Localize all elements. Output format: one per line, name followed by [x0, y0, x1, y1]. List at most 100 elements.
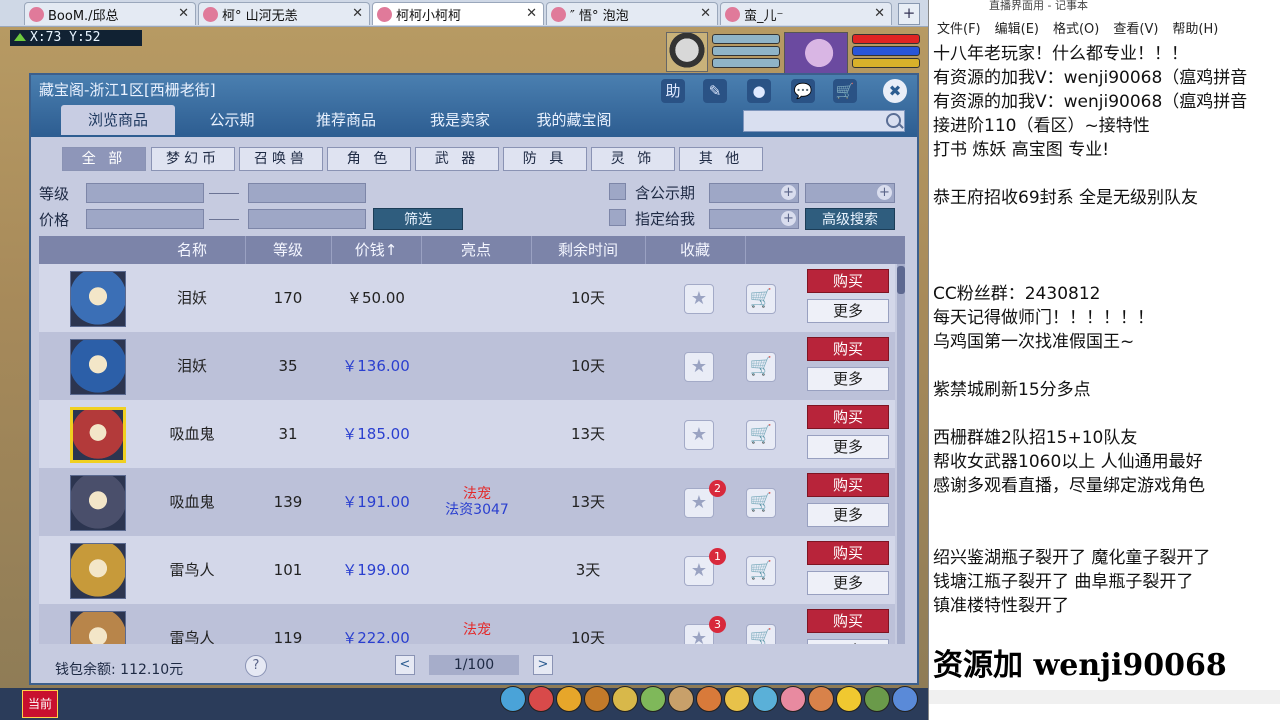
cart-icon[interactable]: 🛒	[746, 420, 776, 450]
help-icon[interactable]: ?	[245, 655, 267, 677]
header-name[interactable]: 名称	[139, 236, 245, 264]
more-button[interactable]: 更多	[807, 299, 889, 323]
browser-tab-3[interactable]: 柯柯小柯柯 ✕	[372, 2, 544, 25]
level-min-input[interactable]	[86, 183, 204, 203]
close-icon[interactable]: ✕	[178, 6, 189, 21]
prev-page-button[interactable]: <	[395, 655, 415, 675]
cart-icon[interactable]: 🛒	[746, 624, 776, 644]
category-all[interactable]: 全 部	[62, 147, 146, 171]
cart-icon[interactable]: 🛒	[746, 284, 776, 314]
close-icon[interactable]: ✕	[352, 6, 363, 21]
category-currency[interactable]: 梦幻币	[151, 147, 235, 171]
quick-icon[interactable]	[752, 686, 778, 712]
new-tab-button[interactable]: +	[898, 3, 920, 25]
friend-icon[interactable]	[780, 686, 806, 712]
search-input[interactable]	[743, 110, 905, 132]
cart-icon[interactable]: 🛒	[746, 488, 776, 518]
more-button[interactable]: 更多	[807, 367, 889, 391]
star-icon[interactable]: ★	[684, 352, 714, 382]
current-channel-button[interactable]: 当前	[22, 690, 58, 718]
header-remaining-time[interactable]: 剩余时间	[531, 236, 645, 264]
tab-recommend[interactable]: 推荐商品	[289, 105, 403, 135]
table-row[interactable]: 泪妖 35 ￥136.00 10天 ★ 🛒 购买 更多	[39, 332, 895, 400]
pet-icon[interactable]	[668, 686, 694, 712]
table-row[interactable]: 吸血鬼 139 ￥191.00 法宠 法资3047 13天 ★ 2 🛒 购买 更多	[39, 468, 895, 536]
table-row[interactable]: 雷鸟人 101 ￥199.00 3天 ★ 1 🛒 购买 更多	[39, 536, 895, 604]
buy-button[interactable]: 购买	[807, 609, 889, 633]
public-select-1[interactable]: +	[709, 183, 799, 203]
category-other[interactable]: 其 他	[679, 147, 763, 171]
pet-thumbnail[interactable]	[70, 271, 126, 327]
pet-avatar[interactable]	[666, 32, 708, 72]
table-row[interactable]: 泪妖 170 ￥50.00 10天 ★ 🛒 购买 更多	[39, 264, 895, 332]
star-icon[interactable]: ★	[684, 284, 714, 314]
filter-button[interactable]: 筛选	[373, 208, 463, 230]
menu-edit[interactable]: 编辑(E)	[995, 19, 1039, 41]
pet-thumbnail[interactable]	[70, 475, 126, 531]
gang-icon[interactable]	[724, 686, 750, 712]
menu-view[interactable]: 查看(V)	[1113, 19, 1158, 41]
category-armor[interactable]: 防 具	[503, 147, 587, 171]
price-min-input[interactable]	[86, 209, 204, 229]
browser-tab-1[interactable]: BooM./邱总 ✕	[24, 2, 196, 25]
share-button[interactable]: ✎	[703, 79, 727, 103]
buy-button[interactable]: 购买	[807, 337, 889, 361]
tab-seller[interactable]: 我是卖家	[403, 105, 517, 135]
table-row[interactable]: 吸血鬼 31 ￥185.00 13天 ★ 🛒 购买 更多	[39, 400, 895, 468]
table-row[interactable]: 雷鸟人119￥222.00法宠10天★3🛒购买更多	[39, 604, 895, 644]
more-button[interactable]: 更多	[807, 503, 889, 527]
assigned-to-me-checkbox[interactable]	[609, 209, 626, 226]
cart-button[interactable]: 🛒	[833, 79, 857, 103]
category-pet[interactable]: 召唤兽	[239, 147, 323, 171]
attack-icon[interactable]	[528, 686, 554, 712]
table-scrollbar[interactable]	[897, 264, 905, 644]
pet-thumbnail[interactable]	[70, 407, 126, 463]
pet-thumbnail[interactable]	[70, 339, 126, 395]
menu-format[interactable]: 格式(O)	[1053, 19, 1099, 41]
browser-tab-4[interactable]: ″ 悟° 泡泡 ✕	[546, 2, 718, 25]
close-window-button[interactable]: ✖	[883, 79, 907, 103]
player-avatar[interactable]	[784, 32, 848, 74]
category-accessory[interactable]: 灵 饰	[591, 147, 675, 171]
category-character[interactable]: 角 色	[327, 147, 411, 171]
action-icon[interactable]	[808, 686, 834, 712]
skill-icon[interactable]	[500, 686, 526, 712]
team-icon[interactable]	[640, 686, 666, 712]
plus-icon[interactable]: +	[877, 185, 892, 200]
browser-tab-2[interactable]: 柯° 山河无恙 ✕	[198, 2, 370, 25]
pet-thumbnail[interactable]	[70, 543, 126, 599]
record-button[interactable]: ●	[747, 79, 771, 103]
category-weapon[interactable]: 武 器	[415, 147, 499, 171]
advanced-search-button[interactable]: 高级搜索	[805, 208, 895, 230]
more-button[interactable]: 更多	[807, 571, 889, 595]
tab-public[interactable]: 公示期	[175, 105, 289, 135]
system-icon[interactable]	[864, 686, 890, 712]
task-icon[interactable]	[696, 686, 722, 712]
cart-icon[interactable]: 🛒	[746, 352, 776, 382]
chat-button[interactable]: 💬	[791, 79, 815, 103]
menu-help[interactable]: 帮助(H)	[1172, 19, 1218, 41]
trade-icon[interactable]	[612, 686, 638, 712]
star-icon[interactable]: ★	[684, 420, 714, 450]
header-price[interactable]: 价钱↑	[331, 236, 421, 264]
close-icon[interactable]: ✕	[700, 6, 711, 21]
smile-icon[interactable]	[836, 686, 862, 712]
level-max-input[interactable]	[248, 183, 366, 203]
horizontal-scrollbar[interactable]	[929, 690, 1280, 704]
pet-thumbnail[interactable]	[70, 611, 126, 644]
more-button[interactable]: 更多	[807, 435, 889, 459]
price-max-input[interactable]	[248, 209, 366, 229]
give-icon[interactable]	[584, 686, 610, 712]
buy-button[interactable]: 购买	[807, 269, 889, 293]
notepad-text-area[interactable]: 十八年老玩家！什么都专业！！！ 有资源的加我V：wenji90068（瘟鸡拼音 有资…	[933, 42, 1275, 618]
plus-icon[interactable]: +	[781, 211, 796, 226]
next-page-button[interactable]: >	[533, 655, 553, 675]
help-button[interactable]: 助	[661, 79, 685, 103]
plus-icon[interactable]: +	[781, 185, 796, 200]
close-icon[interactable]: ✕	[526, 6, 537, 21]
settings-icon[interactable]	[892, 686, 918, 712]
buy-button[interactable]: 购买	[807, 541, 889, 565]
more-button[interactable]: 更多	[807, 639, 889, 644]
item-icon[interactable]	[556, 686, 582, 712]
buy-button[interactable]: 购买	[807, 473, 889, 497]
